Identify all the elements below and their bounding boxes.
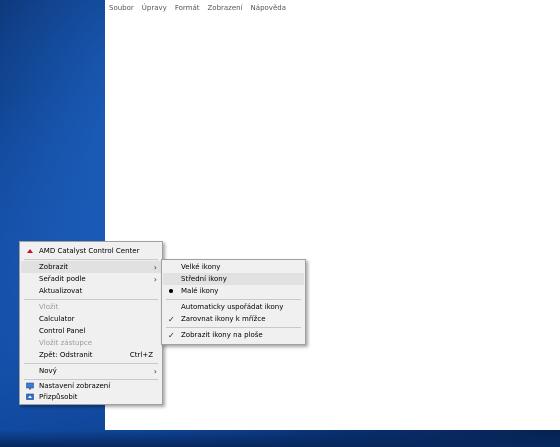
view-submenu: Velké ikony Střední ikony Malé ikony Aut… (161, 259, 306, 345)
notepad-window: Soubor Úpravy Formát Zobrazení Nápověda (105, 0, 560, 430)
desktop-context-menu: AMD Catalyst Control Center Zobrazit › S… (19, 241, 163, 405)
separator (166, 327, 301, 328)
menu-item-small-icons[interactable]: Malé ikony (163, 285, 304, 297)
chevron-right-icon: › (153, 274, 157, 284)
menu-item-new[interactable]: Nový › (21, 365, 161, 377)
menu-file[interactable]: Soubor (109, 4, 134, 12)
chevron-right-icon: › (153, 366, 157, 376)
checkmark-icon: ✓ (168, 330, 175, 340)
menu-item-personalize[interactable]: Přizpůsobit (21, 391, 161, 403)
personalize-icon (26, 393, 34, 400)
menu-item-medium-icons[interactable]: Střední ikony (163, 273, 304, 285)
menu-help[interactable]: Nápověda (251, 4, 286, 12)
menu-item-align-grid[interactable]: ✓ Zarovnat ikony k mřížce (163, 313, 304, 325)
taskbar (0, 430, 560, 447)
menu-item-auto-arrange[interactable]: Automaticky uspořádat ikony (163, 301, 304, 313)
separator (24, 363, 158, 364)
menu-item-amd[interactable]: AMD Catalyst Control Center (21, 245, 161, 257)
menu-item-paste[interactable]: Vložit (21, 301, 161, 313)
menu-item-show-desktop-icons[interactable]: ✓ Zobrazit ikony na ploše (163, 329, 304, 341)
menu-item-sort[interactable]: Seřadit podle › (21, 273, 161, 285)
menu-item-undo-delete[interactable]: Zpět: Odstranit Ctrl+Z (21, 349, 161, 361)
menu-format[interactable]: Formát (175, 4, 200, 12)
notepad-menubar: Soubor Úpravy Formát Zobrazení Nápověda (105, 0, 560, 16)
checkmark-icon: ✓ (168, 314, 175, 324)
separator (166, 299, 301, 300)
menu-item-refresh[interactable]: Aktualizovat (21, 285, 161, 297)
separator (24, 299, 158, 300)
chevron-right-icon: › (153, 262, 157, 272)
menu-item-paste-shortcut[interactable]: Vložit zástupce (21, 337, 161, 349)
menu-view[interactable]: Zobrazení (207, 4, 242, 12)
separator (24, 259, 158, 260)
shortcut-ctrl-z: Ctrl+Z (129, 351, 153, 359)
menu-item-control-panel[interactable]: Control Panel (21, 325, 161, 337)
menu-item-large-icons[interactable]: Velké ikony (163, 261, 304, 273)
display-icon (26, 382, 34, 390)
notepad-text-area[interactable] (105, 16, 560, 430)
menu-item-view[interactable]: Zobrazit › (21, 261, 161, 273)
amd-icon (27, 249, 33, 253)
menu-item-calculator[interactable]: Calculator (21, 313, 161, 325)
menu-edit[interactable]: Úpravy (142, 4, 167, 12)
radio-bullet-icon (169, 289, 173, 293)
